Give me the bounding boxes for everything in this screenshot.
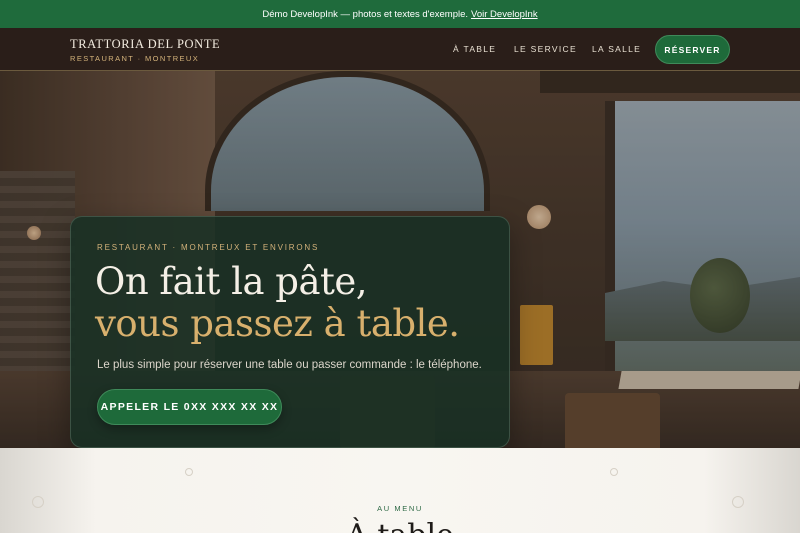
site-header: TRATTORIA DEL PONTE RESTAURANT · MONTREU…	[0, 28, 800, 71]
nav-item-le-service[interactable]: LE SERVICE	[514, 44, 577, 54]
hero-card: RESTAURANT · MONTREUX ET ENVIRONS On fai…	[70, 216, 510, 448]
decorative-circle	[610, 468, 618, 476]
hero-eyebrow: RESTAURANT · MONTREUX ET ENVIRONS	[97, 243, 320, 252]
brand-logo[interactable]: TRATTORIA DEL PONTE RESTAURANT · MONTREU…	[70, 37, 220, 63]
reserve-button[interactable]: RÉSERVER	[655, 35, 730, 64]
demo-banner: Démo DevelopInk — photos et textes d'exe…	[0, 0, 800, 28]
decorative-circle	[185, 468, 193, 476]
hero-lead: Le plus simple pour réserver une table o…	[97, 359, 482, 371]
hero-title: On fait la pâte, vous passez à table.	[95, 261, 460, 345]
demo-banner-link[interactable]: Voir DevelopInk	[471, 9, 538, 20]
nav-item-a-table[interactable]: À TABLE	[453, 44, 496, 54]
menu-section: AU MENU À table	[0, 448, 800, 533]
hero-title-line1: On fait la pâte,	[95, 260, 368, 303]
menu-eyebrow: AU MENU	[377, 504, 423, 513]
menu-title: À table	[0, 518, 800, 533]
hero-section: RESTAURANT · MONTREUX ET ENVIRONS On fai…	[0, 71, 800, 448]
brand-name: TRATTORIA DEL PONTE	[70, 37, 221, 51]
nav-item-la-salle[interactable]: LA SALLE	[592, 44, 641, 54]
call-button[interactable]: APPELER LE 0XX XXX XX XX	[97, 389, 282, 425]
hero-title-line2: vous passez à table.	[95, 302, 460, 345]
brand-tagline: RESTAURANT · MONTREUX	[70, 54, 200, 63]
demo-banner-text: Démo DevelopInk — photos et textes d'exe…	[262, 8, 469, 20]
